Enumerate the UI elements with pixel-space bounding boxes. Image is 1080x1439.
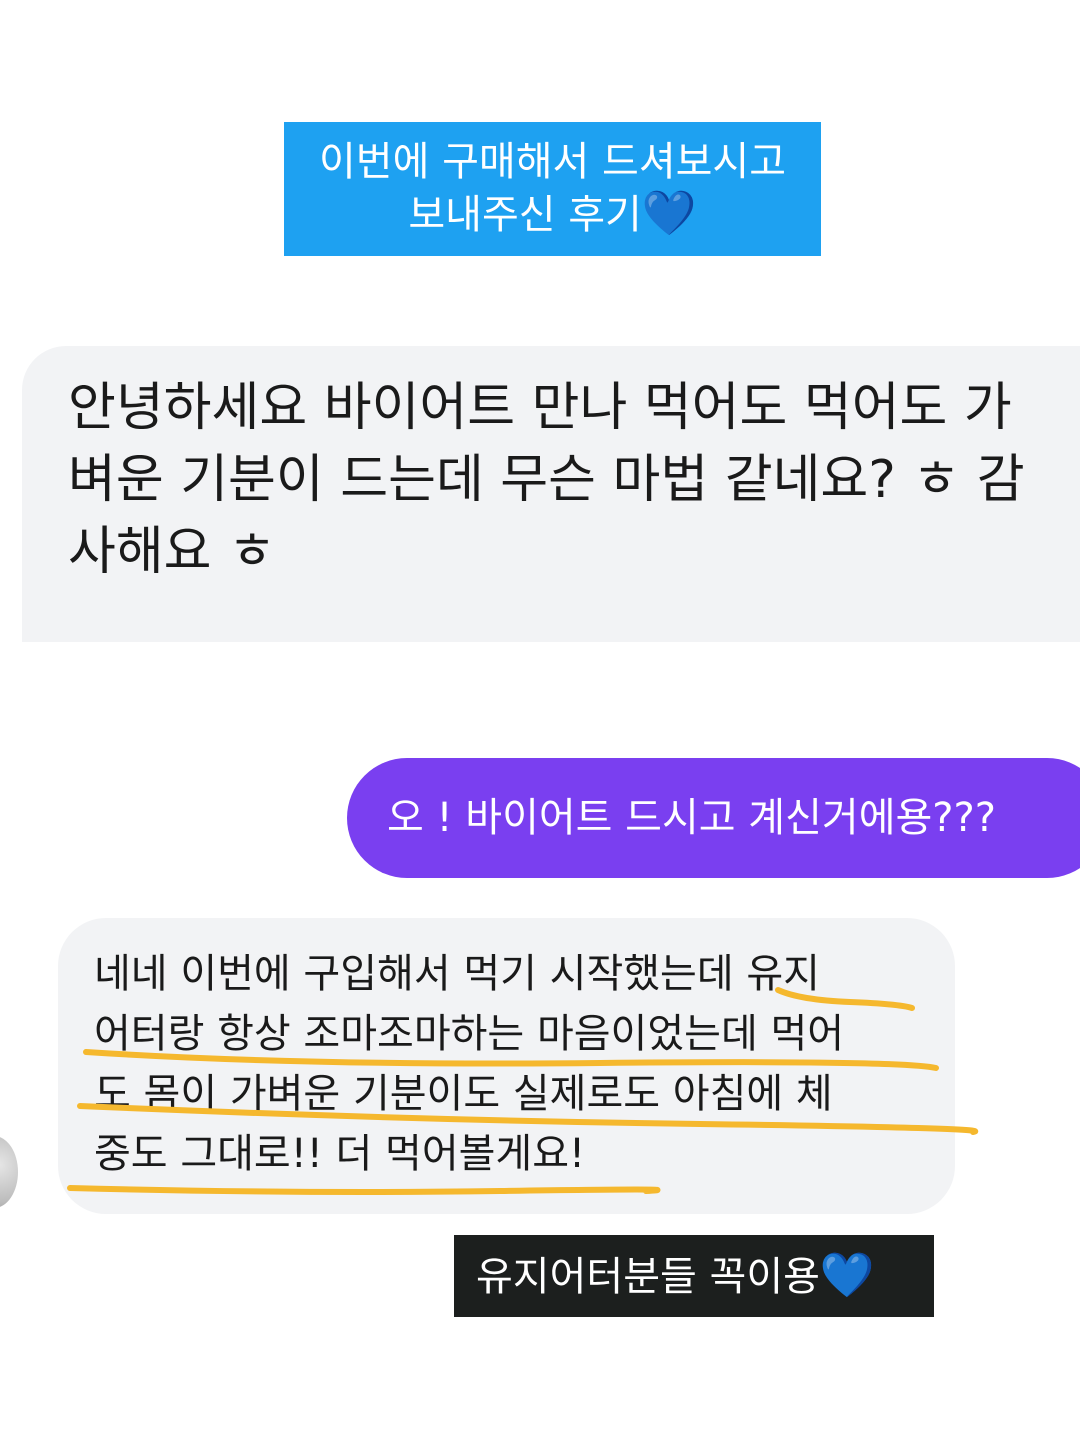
- incoming-message-bubble: 네네 이번에 구입해서 먹기 시작했는데 유지 어터랑 항상 조마조마하는 마음…: [58, 918, 955, 1214]
- message-line: 사해요 ㅎ: [68, 522, 276, 582]
- top-caption-line-1: 이번에 구매해서 드셔보시고: [318, 139, 787, 185]
- blue-heart-icon: 💙: [641, 188, 697, 239]
- message-text: 오 ! 바이어트 드시고 계신거에용???: [387, 795, 996, 841]
- bottom-caption-banner: 유지어터분들 꼭이용💙: [454, 1235, 934, 1317]
- outgoing-message-bubble: 오 ! 바이어트 드시고 계신거에용???: [347, 758, 1080, 878]
- incoming-message-bubble: 안녕하세요 바이어트 만나 먹어도 먹어도 가 벼운 기분이 드는데 무슨 마법…: [22, 346, 1080, 642]
- message-line: 안녕하세요 바이어트 만나 먹어도 먹어도 가: [68, 378, 1012, 438]
- avatar[interactable]: [0, 1136, 18, 1208]
- top-caption-line-2-text: 보내주신 후기: [408, 192, 642, 238]
- message-line: 네네 이번에 구입해서 먹기 시작했는데 유지: [94, 951, 820, 997]
- bottom-caption-text: 유지어터분들 꼭이용: [476, 1254, 820, 1300]
- blue-heart-icon: 💙: [819, 1250, 875, 1301]
- top-caption-banner: 이번에 구매해서 드셔보시고 보내주신 후기💙: [284, 122, 821, 256]
- message-line: 도 몸이 가벼운 기분이도 실제로도 아침에 체: [94, 1071, 833, 1117]
- message-line: 중도 그대로!! 더 먹어볼게요!: [94, 1131, 586, 1177]
- message-line: 벼운 기분이 드는데 무슨 마법 같네요? ㅎ 감: [68, 450, 1025, 510]
- message-line: 어터랑 항상 조마조마하는 마음이었는데 먹어: [94, 1011, 845, 1057]
- top-caption-line-2: 보내주신 후기💙: [284, 188, 821, 241]
